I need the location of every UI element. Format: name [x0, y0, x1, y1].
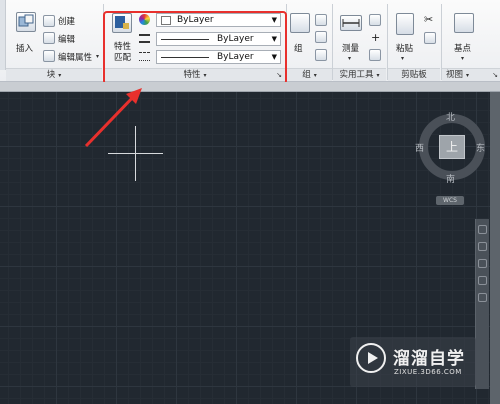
quick-select-icon[interactable] — [369, 14, 381, 26]
group-panel-title[interactable]: 组 ▾ — [287, 68, 332, 81]
clipboard-panel-title-text: 剪贴板 — [401, 70, 427, 80]
viewcube-west[interactable]: 西 — [415, 141, 424, 154]
pan-icon[interactable] — [478, 242, 487, 251]
zoom-icon[interactable] — [478, 259, 487, 268]
calculator-icon[interactable] — [369, 49, 381, 61]
create-block-icon[interactable] — [43, 15, 55, 27]
viewcube-top-face[interactable]: 上 — [439, 135, 465, 159]
play-logo-icon — [356, 343, 386, 373]
group-icon[interactable] — [290, 13, 310, 33]
ribbon-tab-strip — [0, 82, 500, 92]
group-panel-title-text: 组 — [302, 70, 311, 80]
panel-launcher-icon[interactable]: ↘ — [492, 69, 498, 82]
paste-icon[interactable] — [396, 13, 414, 35]
viewcube-east[interactable]: 东 — [476, 141, 485, 154]
chevron-down-icon: ▾ — [58, 72, 62, 79]
view-panel-title[interactable]: 视图 ▾ ↘ — [442, 68, 500, 81]
copy-icon[interactable] — [424, 32, 436, 44]
properties-highlight-box — [103, 11, 287, 85]
edit-attributes-button[interactable]: 编辑属性 — [58, 51, 92, 63]
insert-block-button[interactable]: 插入 — [16, 42, 33, 54]
viewcube-north[interactable]: 北 — [446, 110, 455, 123]
paste-dropdown[interactable]: ▾ — [401, 53, 404, 63]
ribbon-left-edge — [0, 0, 6, 70]
edit-attributes-icon[interactable] — [43, 50, 55, 62]
group-edit-icon[interactable] — [315, 31, 327, 43]
group-button[interactable]: 组 — [294, 42, 303, 54]
steering-wheel-icon[interactable] — [478, 225, 487, 234]
base-point-icon[interactable] — [454, 13, 474, 33]
viewcube-south[interactable]: 南 — [446, 172, 455, 185]
block-panel-title-text: 块 — [46, 70, 56, 80]
paste-button[interactable]: 粘贴 — [396, 42, 413, 54]
edit-block-icon[interactable] — [43, 32, 55, 44]
wcs-menu-button[interactable]: WCS — [436, 196, 464, 205]
showmotion-icon[interactable] — [478, 293, 487, 302]
cut-icon[interactable]: ✂ — [424, 13, 433, 26]
annotation-arrow — [84, 88, 142, 148]
create-block-button[interactable]: 创建 — [58, 15, 75, 27]
measure-dropdown[interactable]: ▾ — [348, 53, 351, 63]
chevron-down-icon: ▾ — [313, 72, 317, 79]
clipboard-panel-title[interactable]: 剪贴板 — [388, 68, 440, 81]
group-select-icon[interactable] — [315, 49, 327, 61]
watermark-title: 溜溜自学 — [393, 349, 465, 369]
orbit-icon[interactable] — [478, 276, 487, 285]
view-panel-title-text: 视图 — [446, 70, 464, 80]
utilities-panel-title[interactable]: 实用工具 ▾ — [333, 68, 386, 81]
block-panel-title[interactable]: 块 ▾ — [6, 68, 102, 81]
watermark-url: ZIXUE.3D66.COM — [394, 368, 462, 376]
chevron-down-icon: ▾ — [376, 72, 380, 79]
measure-icon[interactable] — [340, 15, 362, 31]
ribbon: 插入 创建 编辑 编辑属性 ▾ 块 ▾ 特性 匹配 ByLayer ▼ ByLay… — [0, 0, 500, 85]
vertical-scrollbar[interactable] — [490, 92, 500, 404]
edit-attributes-dropdown[interactable]: ▾ — [96, 51, 99, 61]
insert-block-icon[interactable] — [16, 12, 36, 32]
id-point-icon[interactable]: + — [371, 31, 380, 44]
chevron-down-icon: ▾ — [466, 72, 470, 79]
base-point-dropdown[interactable]: ▾ — [461, 53, 464, 63]
utilities-panel-title-text: 实用工具 — [339, 70, 374, 80]
ungroup-icon[interactable] — [315, 14, 327, 26]
edit-block-button[interactable]: 编辑 — [58, 33, 75, 45]
